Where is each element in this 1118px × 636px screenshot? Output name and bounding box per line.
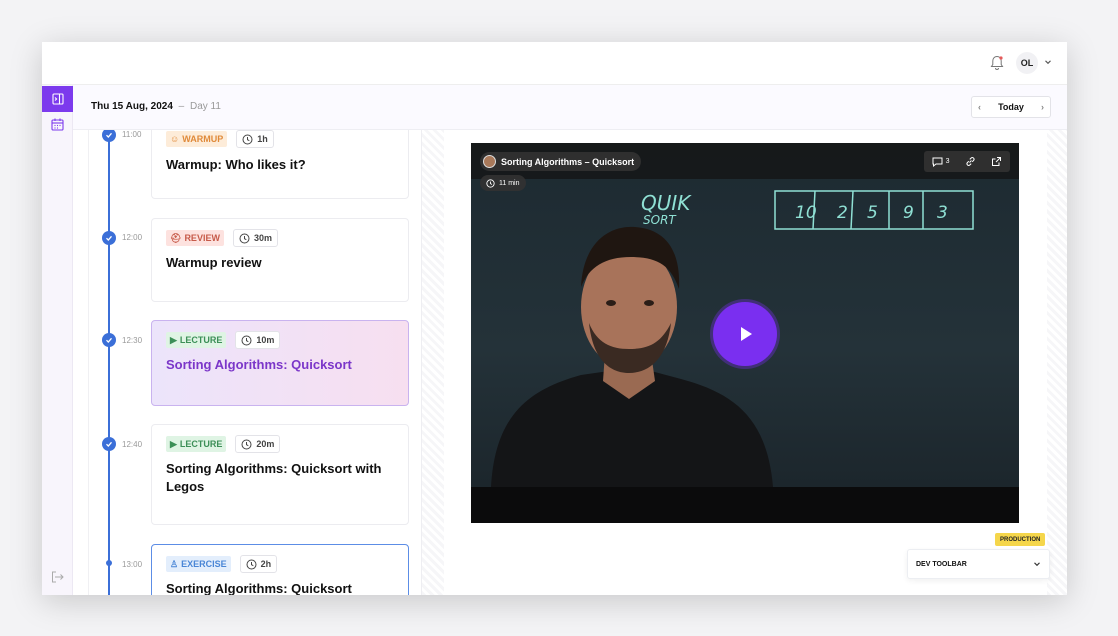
board-number: 10 (795, 203, 817, 223)
chevron-down-icon[interactable] (1044, 58, 1052, 66)
duration-chip: 30m (232, 229, 278, 247)
next-day-icon[interactable]: › (1041, 102, 1044, 112)
type-tag: ▶ LECTURE (166, 332, 227, 348)
tag-label: EXERCISE (181, 559, 227, 569)
left-rail (42, 85, 73, 595)
play-square-icon: ▶ (170, 438, 177, 449)
schedule-card-review[interactable]: ⛑ REVIEW 30m Warmup review (151, 218, 409, 302)
decorative-pattern (422, 130, 444, 595)
notification-bell-icon[interactable] (990, 55, 1004, 71)
duration-chip: 10m (235, 331, 281, 349)
dev-toolbar-label: DEV TOOLBAR (916, 560, 967, 568)
card-title: Warmup review (166, 255, 262, 270)
time-label: 11:00 (122, 130, 142, 139)
time-label: 12:40 (122, 440, 143, 449)
time-label: 12:30 (122, 336, 143, 345)
duration-label: 20m (256, 439, 275, 449)
clock-icon (246, 559, 257, 569)
upcoming-dot-icon (106, 560, 112, 566)
chevron-down-icon (1034, 562, 1040, 567)
author-avatar (483, 155, 496, 168)
date-label: Thu 15 Aug, 2024 (91, 101, 173, 112)
duration-label: 2h (260, 559, 272, 569)
timeline-line (108, 130, 110, 595)
board-number: 3 (937, 203, 948, 223)
video-header: Sorting Algorithms – Quicksort 3 (471, 143, 1019, 179)
card-title: Warmup: Who likes it? (166, 157, 306, 172)
calendar-icon[interactable] (51, 118, 64, 131)
comment-icon (932, 157, 943, 167)
video-duration: 11 min (499, 179, 520, 187)
card-title: Sorting Algorithms: Quicksort (166, 357, 352, 372)
tag-label: LECTURE (179, 439, 223, 449)
time-label: 13:00 (122, 560, 143, 569)
video-duration-chip: 11 min (480, 175, 526, 191)
user-avatar[interactable]: OL (1016, 52, 1038, 74)
board-number: 2 (837, 203, 848, 223)
schedule-card-warmup[interactable]: ☺ WARMUP 1h Warmup: Who likes it? (151, 130, 409, 199)
schedule-card-lecture[interactable]: ▶ LECTURE 20m Sorting Algorithms: Quicks… (151, 424, 409, 525)
completed-check-icon (102, 437, 116, 451)
top-bar: OL (42, 42, 1067, 85)
completed-check-icon (102, 333, 116, 347)
clock-icon (239, 233, 250, 243)
comment-count: 3 (945, 158, 950, 165)
current-date: Thu 15 Aug, 2024 – Day 11 (91, 101, 221, 112)
decorative-pattern (1047, 130, 1067, 595)
external-link-icon[interactable] (991, 156, 1002, 167)
duration-chip: 20m (235, 435, 281, 453)
clock-icon (241, 439, 252, 449)
card-title: Sorting Algorithms: Quicksort (166, 581, 352, 595)
board-number: 9 (903, 203, 914, 223)
today-button[interactable]: Today (998, 102, 1024, 112)
schedule-card-exercise[interactable]: ♙ EXERCISE 2h Sorting Algorithms: Quicks… (151, 544, 409, 595)
duration-chip: 1h (236, 130, 274, 148)
app-window: OL Thu 15 Aug, 2024 – Day 11 ‹ Today › 1… (42, 42, 1067, 595)
comments-button[interactable]: 3 (932, 157, 950, 167)
environment-badge: PRODUCTION (995, 533, 1046, 546)
type-tag: ♙ EXERCISE (166, 556, 231, 572)
date-bar: Thu 15 Aug, 2024 – Day 11 ‹ Today › (73, 85, 1067, 130)
smile-icon: ☺ (170, 134, 180, 144)
duration-label: 10m (256, 335, 275, 345)
clock-icon (241, 335, 252, 345)
helmet-icon: ⛑ (170, 232, 182, 243)
toggle-sidebar-button[interactable] (42, 86, 73, 112)
type-tag: ⛑ REVIEW (166, 230, 224, 246)
duration-label: 30m (253, 233, 272, 243)
time-label: 12:00 (122, 233, 143, 242)
previous-day-icon[interactable]: ‹ (978, 102, 981, 112)
date-navigator: ‹ Today › (971, 96, 1051, 118)
play-icon (741, 327, 752, 341)
tag-label: REVIEW (184, 233, 220, 243)
logout-icon[interactable] (51, 571, 64, 583)
video-player[interactable]: QUIK SORT 10 2 5 9 3 Sorting Algorithms … (471, 143, 1019, 523)
video-title: Sorting Algorithms – Quicksort (501, 156, 635, 167)
video-title-chip[interactable]: Sorting Algorithms – Quicksort (480, 152, 642, 171)
type-tag: ▶ LECTURE (166, 436, 227, 452)
type-tag: ☺ WARMUP (166, 131, 228, 147)
tag-label: LECTURE (179, 335, 223, 345)
schedule-card-lecture-active[interactable]: ▶ LECTURE 10m Sorting Algorithms: Quicks… (151, 320, 409, 406)
clock-icon (486, 178, 495, 188)
completed-check-icon (102, 231, 116, 245)
board-number: 5 (867, 203, 878, 223)
duration-chip: 2h (239, 555, 278, 573)
tag-label: WARMUP (182, 134, 224, 144)
clock-icon (242, 134, 253, 144)
day-label: Day 11 (190, 101, 221, 112)
schedule-panel[interactable]: 11:00 ☺ WARMUP 1h Warmup: Who likes it? … (88, 130, 422, 595)
person-icon: ♙ (170, 558, 179, 569)
completed-check-icon (102, 130, 116, 142)
video-actions: 3 (924, 151, 1010, 172)
link-icon[interactable] (965, 156, 976, 167)
play-square-icon: ▶ (170, 334, 177, 345)
duration-label: 1h (257, 134, 268, 144)
card-title: Sorting Algorithms: Quicksort with Legos (166, 461, 382, 494)
play-button[interactable] (713, 302, 777, 366)
sidebar-collapse-icon (51, 93, 64, 105)
date-separator: – (178, 101, 185, 112)
dev-toolbar[interactable]: DEV TOOLBAR (907, 549, 1050, 579)
